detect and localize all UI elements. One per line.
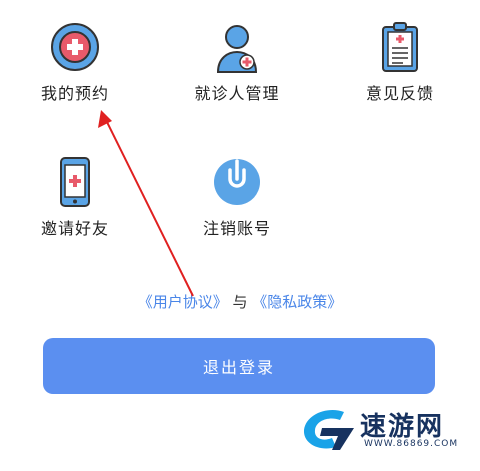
appointment-icon bbox=[51, 23, 99, 71]
menu-item-deactivate-account[interactable]: 注销账号 bbox=[162, 155, 312, 239]
watermark-title: 速游网 bbox=[360, 412, 445, 442]
watermark-url: WWW.86869.COM bbox=[364, 439, 459, 449]
privacy-policy-link[interactable]: 《隐私政策》 bbox=[252, 293, 342, 311]
menu-item-label: 邀请好友 bbox=[40, 219, 109, 238]
phone-invite-icon bbox=[60, 157, 90, 207]
user-agreement-link[interactable]: 《用户协议》 bbox=[138, 293, 228, 311]
menu-item-label: 我的预约 bbox=[40, 84, 109, 103]
menu-item-patient-management[interactable]: 就诊人管理 bbox=[162, 20, 312, 104]
feedback-clipboard-icon bbox=[382, 22, 418, 72]
menu-item-invite-friends[interactable]: 邀请好友 bbox=[0, 155, 150, 239]
menu-item-label: 就诊人管理 bbox=[194, 84, 280, 103]
logout-button[interactable]: 退出登录 bbox=[43, 338, 435, 394]
menu-item-my-appointments[interactable]: 我的预约 bbox=[0, 20, 150, 104]
policy-connector: 与 bbox=[232, 293, 248, 311]
policy-links: 《用户协议》 与 《隐私政策》 bbox=[0, 291, 480, 312]
power-icon bbox=[214, 159, 260, 205]
watermark-logo-icon bbox=[303, 410, 354, 450]
patient-manage-icon bbox=[216, 25, 258, 73]
menu-item-label: 意见反馈 bbox=[365, 84, 434, 103]
menu-item-label: 注销账号 bbox=[202, 219, 271, 238]
watermark: 速游网 WWW.86869.COM bbox=[298, 402, 468, 458]
menu-item-feedback[interactable]: 意见反馈 bbox=[325, 20, 475, 104]
